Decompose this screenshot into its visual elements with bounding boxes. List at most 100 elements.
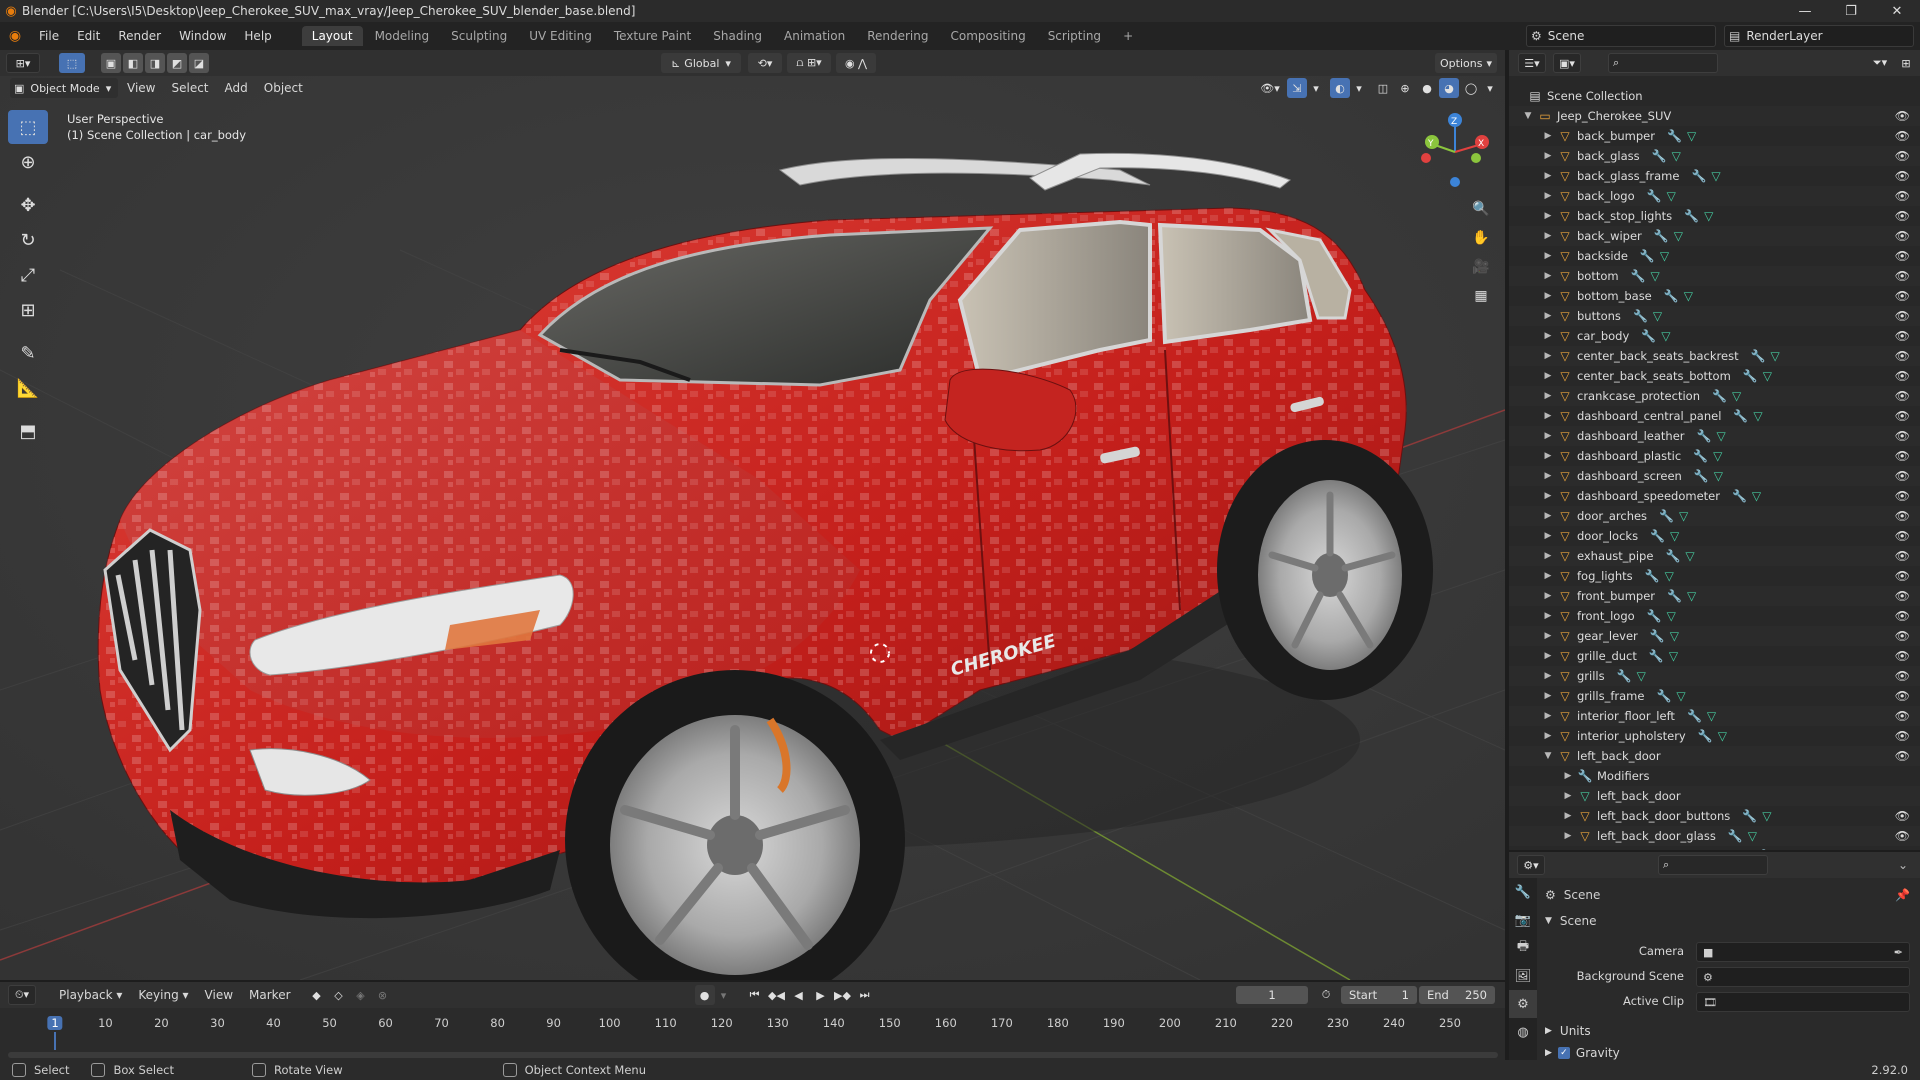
workspace-tab-shading[interactable]: Shading bbox=[703, 26, 772, 46]
outliner-object-row[interactable]: ▶ ▽ door_locks 🔧 ▽ 👁 bbox=[1509, 526, 1920, 546]
navigation-gizmo[interactable]: Z X Y bbox=[1418, 112, 1492, 190]
visibility-eye-icon[interactable]: 👁 bbox=[1895, 349, 1910, 363]
outliner-object-row[interactable]: ▶ ▽ grille_duct 🔧 ▽ 👁 bbox=[1509, 646, 1920, 666]
visibility-eye-icon[interactable]: 👁 bbox=[1895, 529, 1910, 543]
toggle-ortho-icon[interactable]: ▦ bbox=[1468, 283, 1494, 309]
outliner-object-row[interactable]: ▶ ▽ bottom_base 🔧 ▽ 👁 bbox=[1509, 286, 1920, 306]
chevron-right-icon[interactable]: ▶ bbox=[1563, 791, 1573, 801]
workspace-tab-texture-paint[interactable]: Texture Paint bbox=[604, 26, 701, 46]
chevron-right-icon[interactable]: ▶ bbox=[1543, 331, 1553, 341]
workspace-tab-rendering[interactable]: Rendering bbox=[857, 26, 938, 46]
wireframe-shading-icon[interactable]: ⊕ bbox=[1395, 78, 1415, 98]
visibility-eye-icon[interactable]: 👁 bbox=[1895, 109, 1910, 123]
scale-tool-icon[interactable]: ⤢ bbox=[8, 258, 48, 292]
workspace-tab-animation[interactable]: Animation bbox=[774, 26, 855, 46]
select-new-icon[interactable]: ▣ bbox=[101, 53, 121, 73]
blender-menu-icon[interactable]: ◉ bbox=[0, 28, 30, 44]
outliner-object-row[interactable]: ▶ ▽ front_bumper 🔧 ▽ 👁 bbox=[1509, 586, 1920, 606]
snap-button[interactable]: ⩍ ⊞▾ bbox=[787, 53, 831, 73]
prev-keyframe-icon[interactable]: ◆◀ bbox=[767, 985, 787, 1005]
outliner-object-row[interactable]: ▶ ▽ grills 🔧 ▽ 👁 bbox=[1509, 666, 1920, 686]
chevron-right-icon[interactable]: ▶ bbox=[1543, 291, 1553, 301]
outliner-search-input[interactable]: ⌕ bbox=[1608, 53, 1718, 73]
jump-end-icon[interactable]: ⏭ bbox=[855, 985, 875, 1005]
chevron-right-icon[interactable]: ▶ bbox=[1543, 411, 1553, 421]
move-tool-icon[interactable]: ✥ bbox=[8, 188, 48, 222]
chevron-right-icon[interactable]: ▶ bbox=[1543, 371, 1553, 381]
visibility-eye-icon[interactable]: 👁 bbox=[1895, 569, 1910, 583]
timeline-scrollbar[interactable] bbox=[8, 1052, 1498, 1058]
viewport-menu-add[interactable]: Add bbox=[217, 81, 256, 95]
zoom-view-icon[interactable]: 🔍 bbox=[1468, 196, 1494, 222]
outliner-object-row[interactable]: ▶ ▽ center_back_seats_bottom 🔧 ▽ 👁 bbox=[1509, 366, 1920, 386]
workspace-tab-uv-editing[interactable]: UV Editing bbox=[519, 26, 602, 46]
timeline-editor-type-icon[interactable]: ⏲▾ bbox=[8, 985, 36, 1005]
chevron-right-icon[interactable]: ▶ bbox=[1543, 431, 1553, 441]
pivot-point-button[interactable]: ⟲▾ bbox=[748, 53, 782, 73]
tool-properties-tab-icon[interactable]: 🔧 bbox=[1509, 878, 1537, 906]
chevron-down-icon[interactable]: ▾ bbox=[1483, 78, 1497, 98]
outliner-object-row[interactable]: ▶ ▽ back_logo 🔧 ▽ 👁 bbox=[1509, 186, 1920, 206]
world-properties-tab-icon[interactable]: ◍ bbox=[1509, 1018, 1537, 1046]
chevron-right-icon[interactable]: ▶ bbox=[1543, 191, 1553, 201]
options-dropdown[interactable]: Options ▾ bbox=[1435, 53, 1497, 73]
play-icon[interactable]: ▶ bbox=[811, 985, 831, 1005]
rendered-shading-icon[interactable]: ◯ bbox=[1461, 78, 1481, 98]
properties-editor-type-icon[interactable]: ⚙▾ bbox=[1517, 855, 1545, 875]
filter-icon[interactable]: ⏷▾ bbox=[1866, 53, 1894, 73]
outliner-object-row[interactable]: ▶ ▽ car_body 🔧 ▽ 👁 bbox=[1509, 326, 1920, 346]
auto-keying-record-icon[interactable]: ● bbox=[694, 985, 715, 1005]
close-button[interactable]: ✕ bbox=[1874, 0, 1920, 22]
outliner-object-row[interactable]: ▶ ▽ bottom 🔧 ▽ 👁 bbox=[1509, 266, 1920, 286]
start-frame-field[interactable]: Start 1 bbox=[1341, 986, 1417, 1004]
visibility-eye-icon[interactable]: 👁 bbox=[1895, 189, 1910, 203]
menu-help[interactable]: Help bbox=[235, 22, 280, 50]
visibility-filter-icon[interactable]: 👁▾ bbox=[1255, 78, 1285, 98]
visibility-eye-icon[interactable]: 👁 bbox=[1895, 469, 1910, 483]
chevron-right-icon[interactable]: ▶ bbox=[1543, 231, 1553, 241]
visibility-eye-icon[interactable]: 👁 bbox=[1895, 709, 1910, 723]
gravity-checkbox[interactable]: ✓ bbox=[1557, 1047, 1570, 1059]
visibility-eye-icon[interactable]: 👁 bbox=[1895, 649, 1910, 663]
chevron-right-icon[interactable]: ▶ bbox=[1543, 351, 1553, 361]
workspace-tab-scripting[interactable]: Scripting bbox=[1038, 26, 1111, 46]
chevron-right-icon[interactable]: ▶ bbox=[1543, 251, 1553, 261]
measure-tool-icon[interactable]: 📐 bbox=[8, 371, 48, 405]
visibility-eye-icon[interactable]: 👁 bbox=[1895, 449, 1910, 463]
select-box-tool-icon[interactable]: ⬚ bbox=[8, 110, 48, 144]
outliner-object-row[interactable]: ▶ ▽ interior_floor_left 🔧 ▽ 👁 bbox=[1509, 706, 1920, 726]
chevron-right-icon[interactable]: ▶ bbox=[1543, 451, 1553, 461]
chevron-right-icon[interactable]: ▶ bbox=[1543, 131, 1553, 141]
outliner-child-row[interactable]: ▶ ▽ left_back_door_buttons 🔧 ▽ 👁 bbox=[1509, 806, 1920, 826]
viewport-menu-object[interactable]: Object bbox=[256, 81, 311, 95]
new-collection-icon[interactable]: ⊞ bbox=[1896, 53, 1916, 73]
next-keyframe-icon[interactable]: ▶◆ bbox=[833, 985, 853, 1005]
outliner-object-row[interactable]: ▶ ▽ dashboard_plastic 🔧 ▽ 👁 bbox=[1509, 446, 1920, 466]
properties-search-input[interactable]: ⌕ bbox=[1658, 855, 1768, 875]
chevron-right-icon[interactable]: ▶ bbox=[1543, 511, 1553, 521]
overlays-toggle-icon[interactable]: ◐ bbox=[1330, 78, 1350, 98]
visibility-eye-icon[interactable]: 👁 bbox=[1895, 149, 1910, 163]
visibility-eye-icon[interactable]: 👁 bbox=[1895, 809, 1910, 823]
menu-file[interactable]: File bbox=[30, 22, 68, 50]
keyframe-auto-icon[interactable]: ◈ bbox=[351, 985, 371, 1005]
chevron-right-icon[interactable]: ▶ bbox=[1543, 571, 1553, 581]
chevron-down-icon[interactable]: ▾ bbox=[717, 985, 731, 1005]
visibility-eye-icon[interactable]: 👁 bbox=[1895, 669, 1910, 683]
timeline-menu-view[interactable]: View bbox=[197, 988, 241, 1002]
mode-dropdown[interactable]: ▣ Object Mode ▾ bbox=[10, 78, 118, 98]
playhead-line[interactable] bbox=[54, 1032, 56, 1050]
end-frame-field[interactable]: End 250 bbox=[1419, 986, 1495, 1004]
timeline-menu-marker[interactable]: Marker bbox=[241, 988, 298, 1002]
chevron-right-icon[interactable]: ▶ bbox=[1543, 151, 1553, 161]
visibility-eye-icon[interactable]: 👁 bbox=[1895, 329, 1910, 343]
select-subtract-icon[interactable]: ◨ bbox=[145, 53, 165, 73]
playhead-frame-indicator[interactable]: 1 bbox=[47, 1016, 63, 1030]
chevron-right-icon[interactable]: ▶ bbox=[1543, 171, 1553, 181]
outliner-scene-collection[interactable]: ▤ Scene Collection bbox=[1509, 86, 1920, 106]
visibility-eye-icon[interactable]: 👁 bbox=[1895, 689, 1910, 703]
outliner-object-row[interactable]: ▶ ▽ back_glass 🔧 ▽ 👁 bbox=[1509, 146, 1920, 166]
current-frame-field[interactable]: 1 bbox=[1236, 986, 1308, 1004]
chevron-down-icon[interactable]: ▼ bbox=[1523, 111, 1533, 121]
minimize-button[interactable]: — bbox=[1782, 0, 1828, 22]
